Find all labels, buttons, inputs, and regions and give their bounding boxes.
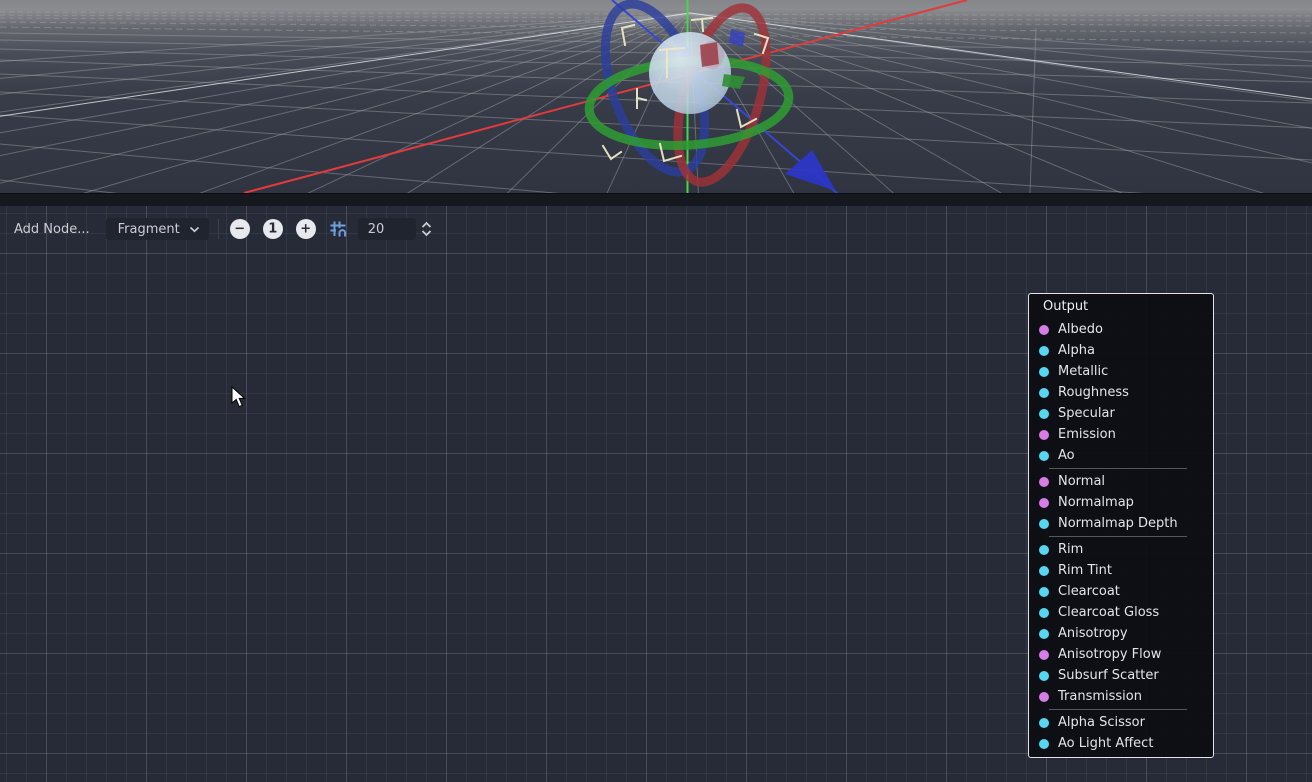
port-connection-dot[interactable] <box>1039 498 1049 508</box>
graph-toolbar: Add Node... Fragment − 1 + <box>0 218 433 240</box>
output-port-normalmap: Normalmap <box>1029 492 1213 513</box>
output-port-roughness: Roughness <box>1029 382 1213 403</box>
port-connection-dot[interactable] <box>1039 671 1049 681</box>
snap-toggle-button[interactable] <box>329 220 347 238</box>
output-port-albedo: Albedo <box>1029 319 1213 340</box>
port-label: Roughness <box>1058 385 1129 400</box>
zoom-reset-button[interactable]: 1 <box>263 219 283 239</box>
panel-divider[interactable] <box>0 193 1312 206</box>
shader-stage-dropdown[interactable]: Fragment <box>106 218 209 240</box>
port-connection-dot[interactable] <box>1039 692 1049 702</box>
port-group-separator <box>1049 709 1187 710</box>
port-label: Normalmap Depth <box>1058 516 1178 531</box>
output-port-rim: Rim <box>1029 539 1213 560</box>
port-label: Normalmap <box>1058 495 1134 510</box>
output-port-alpha: Alpha <box>1029 340 1213 361</box>
output-port-alpha-scissor: Alpha Scissor <box>1029 712 1213 733</box>
output-port-transmission: Transmission <box>1029 686 1213 707</box>
output-port-anisotropy: Anisotropy <box>1029 623 1213 644</box>
output-port-metallic: Metallic <box>1029 361 1213 382</box>
port-label: Rim <box>1058 542 1083 557</box>
port-label: Metallic <box>1058 364 1108 379</box>
output-node[interactable]: Output Albedo Alpha Metallic Roughness Specu… <box>1028 293 1214 758</box>
output-port-ao-light-affect: Ao Light Affect <box>1029 733 1213 754</box>
output-port-anisotropy-flow: Anisotropy Flow <box>1029 644 1213 665</box>
toolbar-separator <box>218 219 219 239</box>
output-port-rim-tint: Rim Tint <box>1029 560 1213 581</box>
port-group-separator <box>1049 536 1187 537</box>
port-connection-dot[interactable] <box>1039 367 1049 377</box>
port-connection-dot[interactable] <box>1039 608 1049 618</box>
output-port-clearcoat-gloss: Clearcoat Gloss <box>1029 602 1213 623</box>
port-connection-dot[interactable] <box>1039 388 1049 398</box>
output-port-normalmap-depth: Normalmap Depth <box>1029 513 1213 534</box>
zoom-out-button[interactable]: − <box>230 219 250 239</box>
port-label: Anisotropy Flow <box>1058 647 1161 662</box>
output-port-specular: Specular <box>1029 403 1213 424</box>
port-label: Transmission <box>1058 689 1142 704</box>
port-connection-dot[interactable] <box>1039 718 1049 728</box>
port-connection-dot[interactable] <box>1039 409 1049 419</box>
port-label: Albedo <box>1058 322 1103 337</box>
output-port-clearcoat: Clearcoat <box>1029 581 1213 602</box>
port-connection-dot[interactable] <box>1039 430 1049 440</box>
port-label: Clearcoat <box>1058 584 1120 599</box>
output-port-subsurf-scatter: Subsurf Scatter <box>1029 665 1213 686</box>
node-title: Output <box>1029 294 1213 317</box>
port-label: Emission <box>1058 427 1116 442</box>
mouse-cursor <box>231 386 249 410</box>
port-label: Normal <box>1058 474 1105 489</box>
port-label: Rim Tint <box>1058 563 1112 578</box>
port-label: Alpha Scissor <box>1058 715 1145 730</box>
port-connection-dot[interactable] <box>1039 650 1049 660</box>
port-group-separator <box>1049 468 1187 469</box>
chevron-down-icon <box>189 226 200 233</box>
snap-grid-icon <box>329 220 347 238</box>
output-port-list: Albedo Alpha Metallic Roughness Specular Emis… <box>1029 317 1213 754</box>
port-label: Clearcoat Gloss <box>1058 605 1159 620</box>
port-connection-dot[interactable] <box>1039 477 1049 487</box>
port-label: Anisotropy <box>1058 626 1128 641</box>
port-label: Specular <box>1058 406 1115 421</box>
port-connection-dot[interactable] <box>1039 519 1049 529</box>
shader-stage-value: Fragment <box>118 222 180 237</box>
port-connection-dot[interactable] <box>1039 587 1049 597</box>
add-node-button[interactable]: Add Node... <box>14 222 90 237</box>
port-connection-dot[interactable] <box>1039 739 1049 749</box>
plane-handle-red[interactable] <box>700 42 719 67</box>
port-label: Ao Light Affect <box>1058 736 1153 751</box>
output-port-ao: Ao <box>1029 445 1213 466</box>
zoom-in-button[interactable]: + <box>296 219 316 239</box>
output-port-emission: Emission <box>1029 424 1213 445</box>
port-label: Subsurf Scatter <box>1058 668 1159 683</box>
spinbox-updown-icon <box>420 221 433 237</box>
godot-shader-editor: Add Node... Fragment − 1 + <box>0 0 1312 782</box>
visual-shader-graph[interactable]: Add Node... Fragment − 1 + <box>0 206 1312 782</box>
port-connection-dot[interactable] <box>1039 629 1049 639</box>
snap-distance-stepper[interactable] <box>420 221 433 237</box>
port-label: Alpha <box>1058 343 1095 358</box>
output-port-normal: Normal <box>1029 471 1213 492</box>
port-connection-dot[interactable] <box>1039 545 1049 555</box>
port-connection-dot[interactable] <box>1039 451 1049 461</box>
port-connection-dot[interactable] <box>1039 325 1049 335</box>
port-connection-dot[interactable] <box>1039 346 1049 356</box>
port-label: Ao <box>1058 448 1075 463</box>
snap-distance-input[interactable]: 20 <box>358 218 416 240</box>
port-connection-dot[interactable] <box>1039 566 1049 576</box>
3d-viewport[interactable] <box>0 0 1312 193</box>
